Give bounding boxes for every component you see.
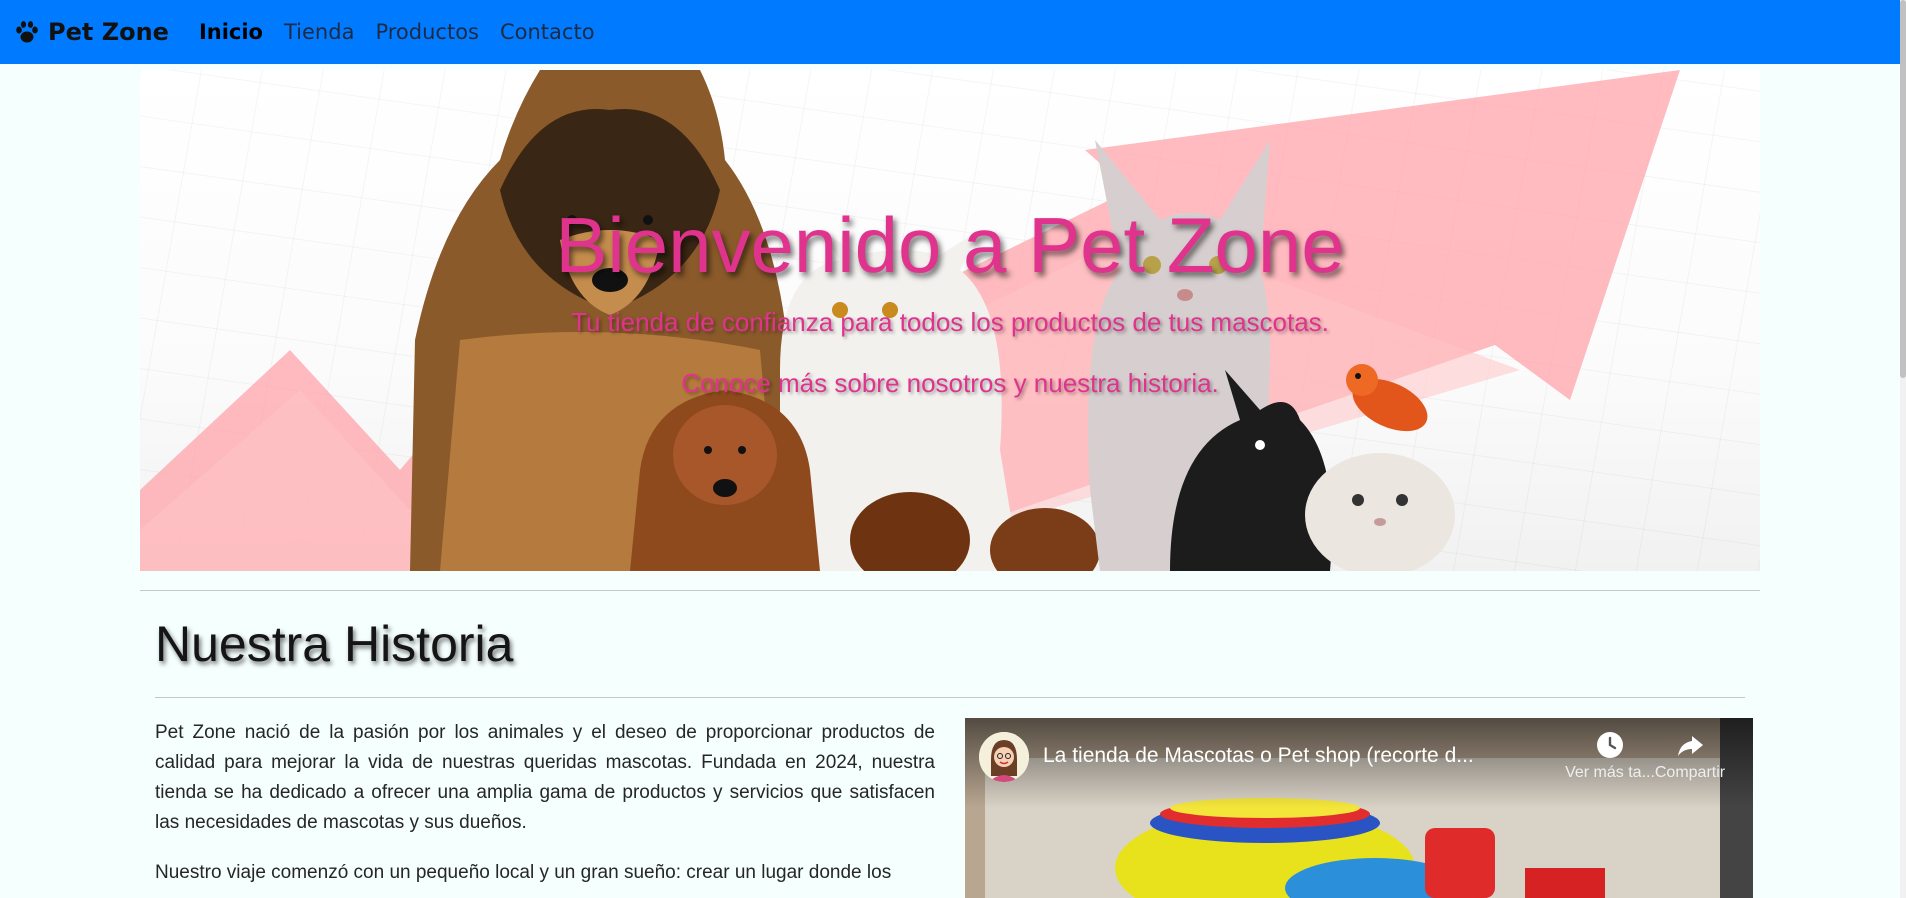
brand-link[interactable]: Pet Zone	[14, 18, 169, 46]
clock-icon	[1597, 732, 1623, 758]
hero-tagline: Conoce más sobre nosotros y nuestra hist…	[681, 368, 1219, 398]
nav-link-contacto[interactable]: Contacto	[500, 20, 595, 44]
channel-avatar[interactable]	[979, 732, 1029, 782]
hero-title: Bienvenido a Pet Zone	[555, 201, 1345, 289]
history-paragraph-2: Nuestro viaje comenzó con un pequeño loc…	[155, 862, 892, 883]
divider	[140, 590, 1760, 591]
hero-banner: Bienvenido a Pet Zone Tu tienda de confi…	[140, 70, 1760, 571]
avatar-illustration	[979, 732, 1029, 782]
brand-name: Pet Zone	[48, 18, 169, 46]
section-divider	[155, 697, 1745, 698]
share-icon	[1678, 736, 1703, 756]
share-label: Compartir	[1654, 764, 1726, 781]
watch-later-button[interactable]: Ver más ta...	[1565, 730, 1655, 782]
paw-icon	[16, 21, 38, 43]
history-paragraph-1: Pet Zone nació de la pasión por los anim…	[155, 722, 935, 833]
share-button[interactable]: Compartir	[1645, 730, 1735, 782]
video-player[interactable]: La tienda de Mascotas o Pet shop (recort…	[965, 718, 1753, 898]
scrollbar[interactable]	[1900, 0, 1906, 898]
nav-link-tienda[interactable]: Tienda	[284, 20, 354, 44]
nav-link-inicio[interactable]: Inicio	[199, 20, 263, 44]
nav-link-productos[interactable]: Productos	[375, 20, 479, 44]
video-title[interactable]: La tienda de Mascotas o Pet shop (recort…	[1043, 744, 1474, 768]
section-title: Nuestra Historia	[155, 616, 514, 672]
hero-subtitle: Tu tienda de confianza para todos los pr…	[571, 307, 1329, 337]
scrollbar-thumb[interactable]	[1900, 0, 1906, 378]
watch-later-label: Ver más ta...	[1565, 764, 1655, 781]
navbar: Pet Zone Inicio Tienda Productos Contact…	[0, 0, 1900, 64]
